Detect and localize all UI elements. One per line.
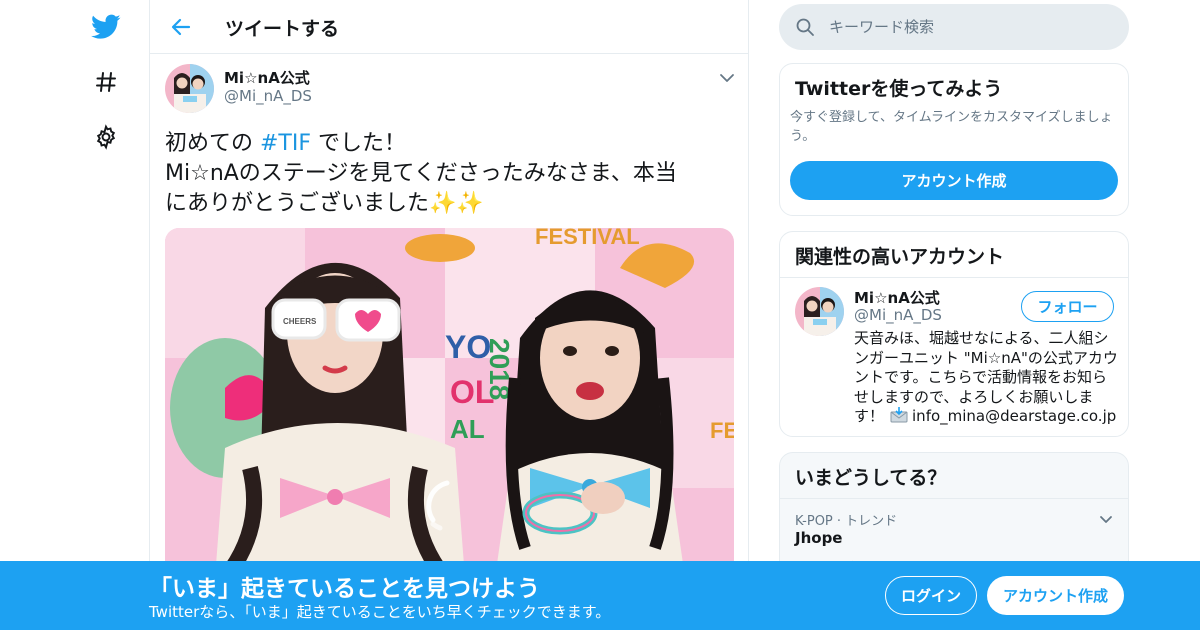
trend-meta: K-POP · トレンド: [795, 514, 898, 529]
main-column: ツイートする Mi☆nA公式 @Mi_nA_DS 初めての #TIF でした！ …: [149, 0, 749, 630]
bottom-bar-title: 「いま」起きていることを見つけよう: [149, 576, 540, 602]
tweet-text-segment: でした！: [311, 131, 407, 156]
bottom-bar-subtitle: Twitterなら、「いま」起きていることをいち早くチェックできます。: [149, 603, 611, 621]
create-account-button[interactable]: アカウント作成: [790, 161, 1118, 200]
follow-button[interactable]: フォロー: [1021, 291, 1114, 322]
divider: [780, 277, 1128, 278]
backdrop-text: FE: [710, 418, 734, 443]
trends-title: いまどうしてる？: [795, 467, 947, 489]
backdrop-text: AL: [450, 414, 485, 444]
related-accounts-title: 関連性の高いアカウント: [795, 246, 1005, 268]
nav-explore[interactable]: [78, 60, 134, 104]
bottom-create-account-button[interactable]: アカウント作成: [987, 576, 1124, 615]
tweet-author-name[interactable]: Mi☆nA公式: [224, 67, 310, 88]
search-input[interactable]: [829, 4, 1109, 50]
tweet-text-segment: Mi☆nAのステージを見てくださったみなさま、本当: [165, 161, 677, 186]
search-box[interactable]: [779, 4, 1129, 50]
page-title: ツイートする: [225, 18, 340, 40]
bottom-signup-bar: 「いま」起きていることを見つけよう Twitterなら、「いま」起きていることを…: [0, 561, 1200, 630]
nav-home[interactable]: [78, 5, 134, 49]
page-header: ツイートする: [150, 0, 748, 54]
signup-card-title: Twitterを使ってみよう: [795, 78, 1003, 100]
back-button[interactable]: [164, 10, 198, 44]
left-nav: [78, 0, 134, 630]
chevron-down-icon: [720, 74, 734, 82]
envelope-icon: [890, 407, 908, 429]
bio-email: info_mina@dearstage.co.jp: [912, 407, 1117, 425]
trend-menu-button[interactable]: [1098, 511, 1114, 523]
video-frame: FESTIVAL YO OL AL FE 2018 CHEERS: [165, 228, 734, 578]
arrow-left-icon: [171, 18, 191, 36]
signup-card: Twitterを使ってみよう 今すぐ登録して、タイムラインをカスタマイズしましょ…: [779, 63, 1129, 216]
related-accounts-card: 関連性の高いアカウント Mi☆nA公式 @Mi_nA_DS フォロー 天音みほ、…: [779, 231, 1129, 437]
hashtag-icon: [96, 72, 116, 92]
signup-card-description: 今すぐ登録して、タイムラインをカスタマイズしましょう。: [790, 110, 1113, 144]
search-icon: [796, 18, 814, 36]
gear-icon: [96, 124, 116, 150]
nav-settings[interactable]: [78, 115, 134, 159]
glasses-text: CHEERS: [283, 317, 317, 326]
trend-item[interactable]: K-POP · トレンド Jhope 154,203件のツイート: [780, 499, 1128, 576]
tweet-text: 初めての #TIF でした！ Mi☆nAのステージを見てくださったみなさま、本当…: [165, 129, 735, 219]
twitter-bird-icon: [91, 14, 121, 39]
hashtag-link[interactable]: #TIF: [260, 131, 311, 156]
tweet-text-segment: 初めての: [165, 131, 260, 156]
tweet-media-video[interactable]: FESTIVAL YO OL AL FE 2018 CHEERS: [165, 228, 734, 578]
tweet-text-segment: にありがとうございました✨✨: [165, 191, 484, 216]
login-button[interactable]: ログイン: [885, 576, 977, 615]
avatar: [795, 287, 844, 336]
backdrop-banner-text: FESTIVAL: [535, 228, 640, 249]
related-account-bio: 天音みほ、堀越せなによる、二人組シンガーユニット "Mi☆nA"の公式アカウント…: [854, 329, 1120, 429]
tweet-author-avatar[interactable]: [165, 64, 214, 113]
related-account-handle[interactable]: @Mi_nA_DS: [854, 306, 942, 324]
related-account-avatar[interactable]: [795, 287, 844, 336]
related-account-name[interactable]: Mi☆nA公式: [854, 287, 940, 308]
tweet-author-handle[interactable]: @Mi_nA_DS: [224, 87, 312, 105]
chevron-down-icon: [1100, 516, 1112, 523]
avatar: [165, 64, 214, 113]
tweet-menu-button[interactable]: [718, 70, 736, 84]
trend-name: Jhope: [795, 529, 843, 547]
